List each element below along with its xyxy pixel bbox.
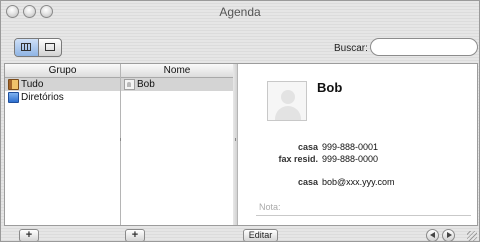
search-input[interactable] [370, 38, 478, 56]
name-column-header[interactable]: Nome [121, 64, 233, 78]
content-panes: Grupo Tudo Diretórios Nome Bob Bob casa … [4, 63, 478, 226]
field-value-home-phone[interactable]: 999-888-0001 [322, 142, 378, 152]
vcard-icon [124, 79, 135, 90]
field-label-home-email: casa [297, 177, 318, 187]
field-label-home-fax: fax resid. [278, 154, 318, 164]
view-mode-toggle[interactable] [14, 38, 62, 57]
add-group-button[interactable]: + [19, 229, 39, 241]
group-item-label: Tudo [21, 79, 44, 90]
search-label: Buscar: [334, 43, 368, 54]
contact-card: Bob casa 999-888-0001 fax resid. 999-888… [238, 64, 477, 225]
bottom-bar: + + Editar [1, 226, 479, 241]
directory-icon [8, 92, 19, 103]
contact-name: Bob [317, 80, 343, 95]
note-label: Nota: [259, 202, 281, 212]
contact-photo[interactable] [267, 81, 307, 121]
agenda-window: Agenda Buscar: Grupo Tudo Diretórios Nom… [0, 0, 480, 242]
address-book-icon [8, 79, 19, 90]
name-column: Nome Bob [121, 64, 234, 225]
field-label-home-phone: casa [297, 142, 318, 152]
name-item-label: Bob [137, 79, 155, 90]
field-value-home-fax[interactable]: 999-888-0000 [322, 154, 378, 164]
columns-icon [21, 43, 31, 51]
card-icon [45, 43, 55, 51]
titlebar: Agenda [1, 1, 479, 23]
window-title: Agenda [219, 5, 261, 19]
previous-card-button[interactable] [426, 229, 439, 241]
toolbar: Buscar: [1, 23, 479, 63]
group-item-diretorios[interactable]: Diretórios [5, 91, 120, 104]
resize-grip-icon[interactable] [467, 231, 477, 241]
group-item-label: Diretórios [21, 92, 64, 103]
view-three-columns-button[interactable] [15, 39, 39, 56]
field-value-home-email[interactable]: bob@xxx.yyy.com [322, 177, 395, 187]
group-column-header[interactable]: Grupo [5, 64, 120, 78]
edit-button[interactable]: Editar [243, 229, 278, 241]
group-column: Grupo Tudo Diretórios [5, 64, 121, 225]
next-card-button[interactable] [442, 229, 455, 241]
note-field[interactable] [256, 215, 471, 216]
person-silhouette-icon [281, 90, 295, 104]
view-card-only-button[interactable] [39, 39, 61, 56]
name-item-bob[interactable]: Bob [121, 78, 233, 91]
add-contact-button[interactable]: + [125, 229, 145, 241]
group-item-tudo[interactable]: Tudo [5, 78, 120, 91]
